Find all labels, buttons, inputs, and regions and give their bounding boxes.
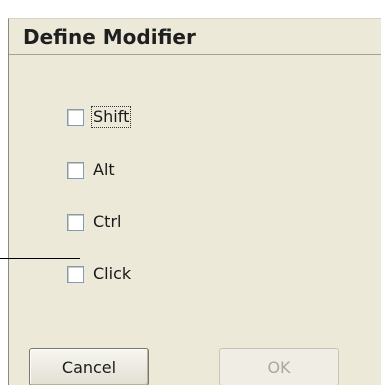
- cancel-button[interactable]: Cancel: [29, 348, 149, 385]
- checkbox-row-ctrl[interactable]: Ctrl: [67, 212, 122, 232]
- dialog-title: Define Modifier: [23, 24, 196, 49]
- dialog-body: Shift Alt Ctrl Click Cancel OK: [9, 55, 381, 385]
- shift-checkbox[interactable]: [67, 108, 84, 126]
- click-checkbox-label[interactable]: Click: [92, 264, 132, 284]
- alt-checkbox-label[interactable]: Alt: [92, 160, 116, 180]
- click-checkbox[interactable]: [67, 265, 84, 283]
- ctrl-checkbox-label[interactable]: Ctrl: [92, 212, 122, 232]
- callout-pointer-line: [0, 258, 80, 259]
- checkbox-row-shift[interactable]: Shift: [67, 106, 132, 128]
- ctrl-checkbox[interactable]: [67, 213, 84, 231]
- checkbox-row-click[interactable]: Click: [67, 264, 132, 284]
- screenshot-stage: Define Modifier Shift Alt Ctrl Click Can…: [0, 0, 381, 385]
- checkbox-row-alt[interactable]: Alt: [67, 160, 116, 180]
- shift-checkbox-label[interactable]: Shift: [90, 106, 132, 128]
- dialog-title-bar: Define Modifier: [9, 19, 381, 55]
- alt-checkbox[interactable]: [67, 161, 84, 179]
- define-modifier-dialog: Define Modifier Shift Alt Ctrl Click Can…: [8, 18, 381, 385]
- ok-button[interactable]: OK: [219, 348, 339, 385]
